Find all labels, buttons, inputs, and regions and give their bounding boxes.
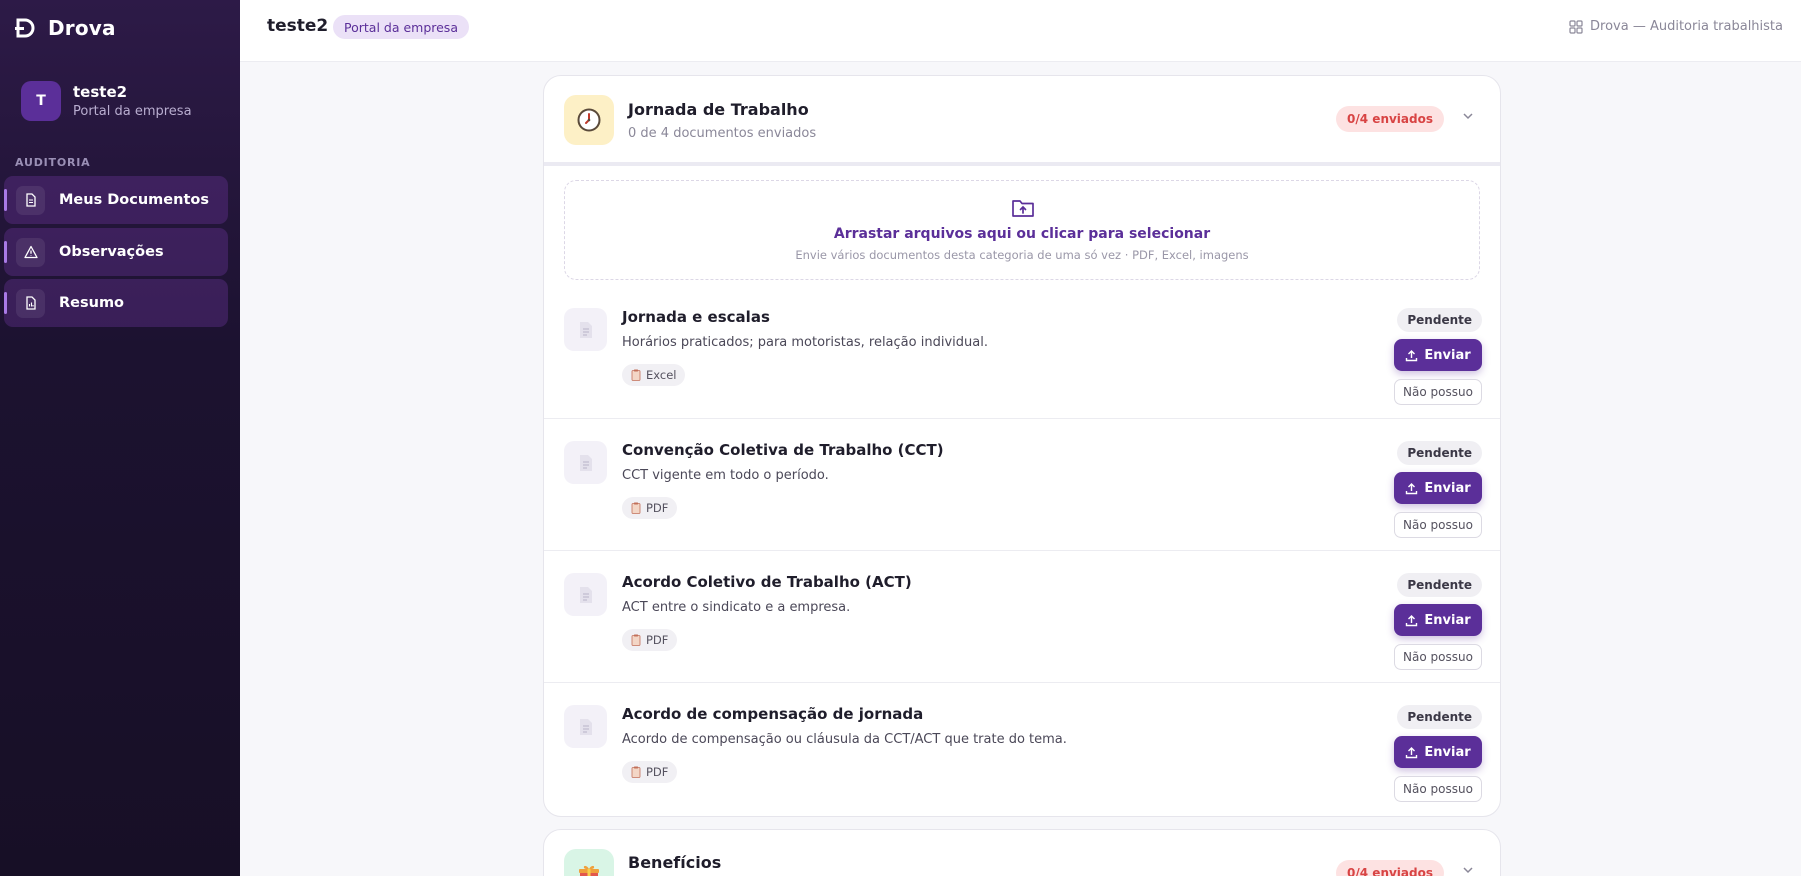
brand[interactable]: Drova: [14, 16, 116, 40]
file-type-label: PDF: [646, 765, 669, 779]
status-badge: Pendente: [1397, 441, 1482, 465]
file-type-chip: PDF: [622, 497, 678, 519]
dropzone-subtitle: Envie vários documentos desta categoria …: [795, 248, 1249, 262]
document-description: CCT vigente em todo o período.: [622, 468, 829, 483]
brand-name: Drova: [48, 16, 116, 40]
document-row: Convenção Coletiva de Trabalho (CCT) CCT…: [544, 418, 1500, 550]
clipboard-icon: [631, 766, 641, 778]
dont-have-button[interactable]: Não possuo: [1394, 644, 1482, 670]
upload-icon: [1406, 349, 1418, 361]
clipboard-icon: [631, 634, 641, 646]
warning-icon: [16, 237, 45, 267]
file-type-chip: PDF: [622, 629, 678, 651]
sidebar-item-label: Meus Documentos: [59, 192, 209, 208]
document-description: Horários praticados; para motoristas, re…: [622, 335, 988, 350]
clipboard-icon: [631, 369, 641, 381]
document-icon: [16, 185, 45, 215]
file-type-chip: Excel: [622, 364, 686, 386]
send-label: Enviar: [1424, 347, 1471, 363]
chevron-down-icon[interactable]: [1462, 110, 1474, 122]
send-button[interactable]: Enviar: [1394, 604, 1482, 636]
category-subtitle: 0 de 4 documentos enviados: [628, 126, 817, 141]
page-title: teste2: [267, 16, 329, 36]
category-title: Benefícios: [628, 853, 722, 872]
sidebar-item-observacoes[interactable]: Observações: [4, 228, 228, 276]
dont-have-button[interactable]: Não possuo: [1394, 776, 1482, 802]
clipboard-icon: [631, 502, 641, 514]
file-icon: [564, 441, 607, 484]
user-profile: T teste2 Portal da empresa: [21, 81, 192, 121]
status-badge: Pendente: [1397, 705, 1482, 729]
sidebar-item-meus-documentos[interactable]: Meus Documentos: [4, 176, 228, 224]
document-title: Jornada e escalas: [622, 308, 770, 326]
sidebar-item-label: Observações: [59, 244, 164, 260]
file-type-label: PDF: [646, 501, 669, 515]
topbar: teste2 Portal da empresa Drova — Auditor…: [240, 0, 1801, 62]
file-icon: [564, 573, 607, 616]
user-name: teste2: [73, 83, 128, 101]
send-label: Enviar: [1424, 612, 1471, 628]
sent-count-badge: 0/4 enviados: [1336, 106, 1444, 132]
send-label: Enviar: [1424, 744, 1471, 760]
file-type-label: PDF: [646, 633, 669, 647]
sidebar-section-label: AUDITORIA: [15, 156, 91, 169]
sidebar-item-resumo[interactable]: Resumo: [4, 279, 228, 327]
upload-icon: [1406, 614, 1418, 626]
send-button[interactable]: Enviar: [1394, 472, 1482, 504]
category-header[interactable]: Jornada de Trabalho 0 de 4 documentos en…: [544, 76, 1500, 166]
file-dropzone[interactable]: Arrastar arquivos aqui ou clicar para se…: [564, 180, 1480, 280]
document-row: Jornada e escalas Horários praticados; p…: [544, 286, 1500, 418]
document-row: Acordo Coletivo de Trabalho (ACT) ACT en…: [544, 550, 1500, 682]
send-button[interactable]: Enviar: [1394, 339, 1482, 371]
send-button[interactable]: Enviar: [1394, 736, 1482, 768]
dont-have-button[interactable]: Não possuo: [1394, 512, 1482, 538]
document-title: Acordo Coletivo de Trabalho (ACT): [622, 573, 912, 591]
dropzone-title: Arrastar arquivos aqui ou clicar para se…: [833, 226, 1211, 242]
clock-icon: [564, 95, 614, 145]
send-label: Enviar: [1424, 480, 1471, 496]
file-icon: [564, 705, 607, 748]
category-title: Jornada de Trabalho: [628, 100, 809, 119]
document-title: Convenção Coletiva de Trabalho (CCT): [622, 441, 944, 459]
sidebar-item-label: Resumo: [59, 295, 125, 311]
grid-icon: [1569, 19, 1583, 34]
chevron-down-icon[interactable]: [1462, 864, 1474, 876]
status-badge: Pendente: [1397, 573, 1482, 597]
file-type-chip: PDF: [622, 761, 678, 783]
document-description: Acordo de compensação ou cláusula da CCT…: [622, 732, 1067, 747]
sent-count-badge: 0/4 enviados: [1336, 860, 1444, 876]
report-icon: [16, 288, 45, 318]
dont-have-button[interactable]: Não possuo: [1394, 379, 1482, 405]
drova-logo-icon: [15, 18, 35, 38]
document-row: Acordo de compensação de jornada Acordo …: [544, 682, 1500, 814]
upload-icon: [1406, 746, 1418, 758]
gift-icon: [564, 849, 614, 876]
app-context-text: Drova — Auditoria trabalhista: [1590, 19, 1783, 34]
file-icon: [564, 308, 607, 351]
sidebar: Drova T teste2 Portal da empresa AUDITOR…: [0, 0, 240, 876]
category-card-beneficios[interactable]: Benefícios 0/4 enviados: [543, 829, 1501, 876]
portal-badge: Portal da empresa: [333, 15, 469, 39]
folder-upload-icon: [1012, 200, 1034, 217]
avatar: T: [21, 81, 61, 121]
file-type-label: Excel: [646, 368, 677, 382]
app-context-label: Drova — Auditoria trabalhista: [1569, 19, 1783, 34]
document-title: Acordo de compensação de jornada: [622, 705, 924, 723]
category-card: Jornada de Trabalho 0 de 4 documentos en…: [543, 75, 1501, 817]
upload-icon: [1406, 482, 1418, 494]
user-subtitle: Portal da empresa: [73, 104, 192, 119]
status-badge: Pendente: [1397, 308, 1482, 332]
document-description: ACT entre o sindicato e a empresa.: [622, 600, 851, 615]
